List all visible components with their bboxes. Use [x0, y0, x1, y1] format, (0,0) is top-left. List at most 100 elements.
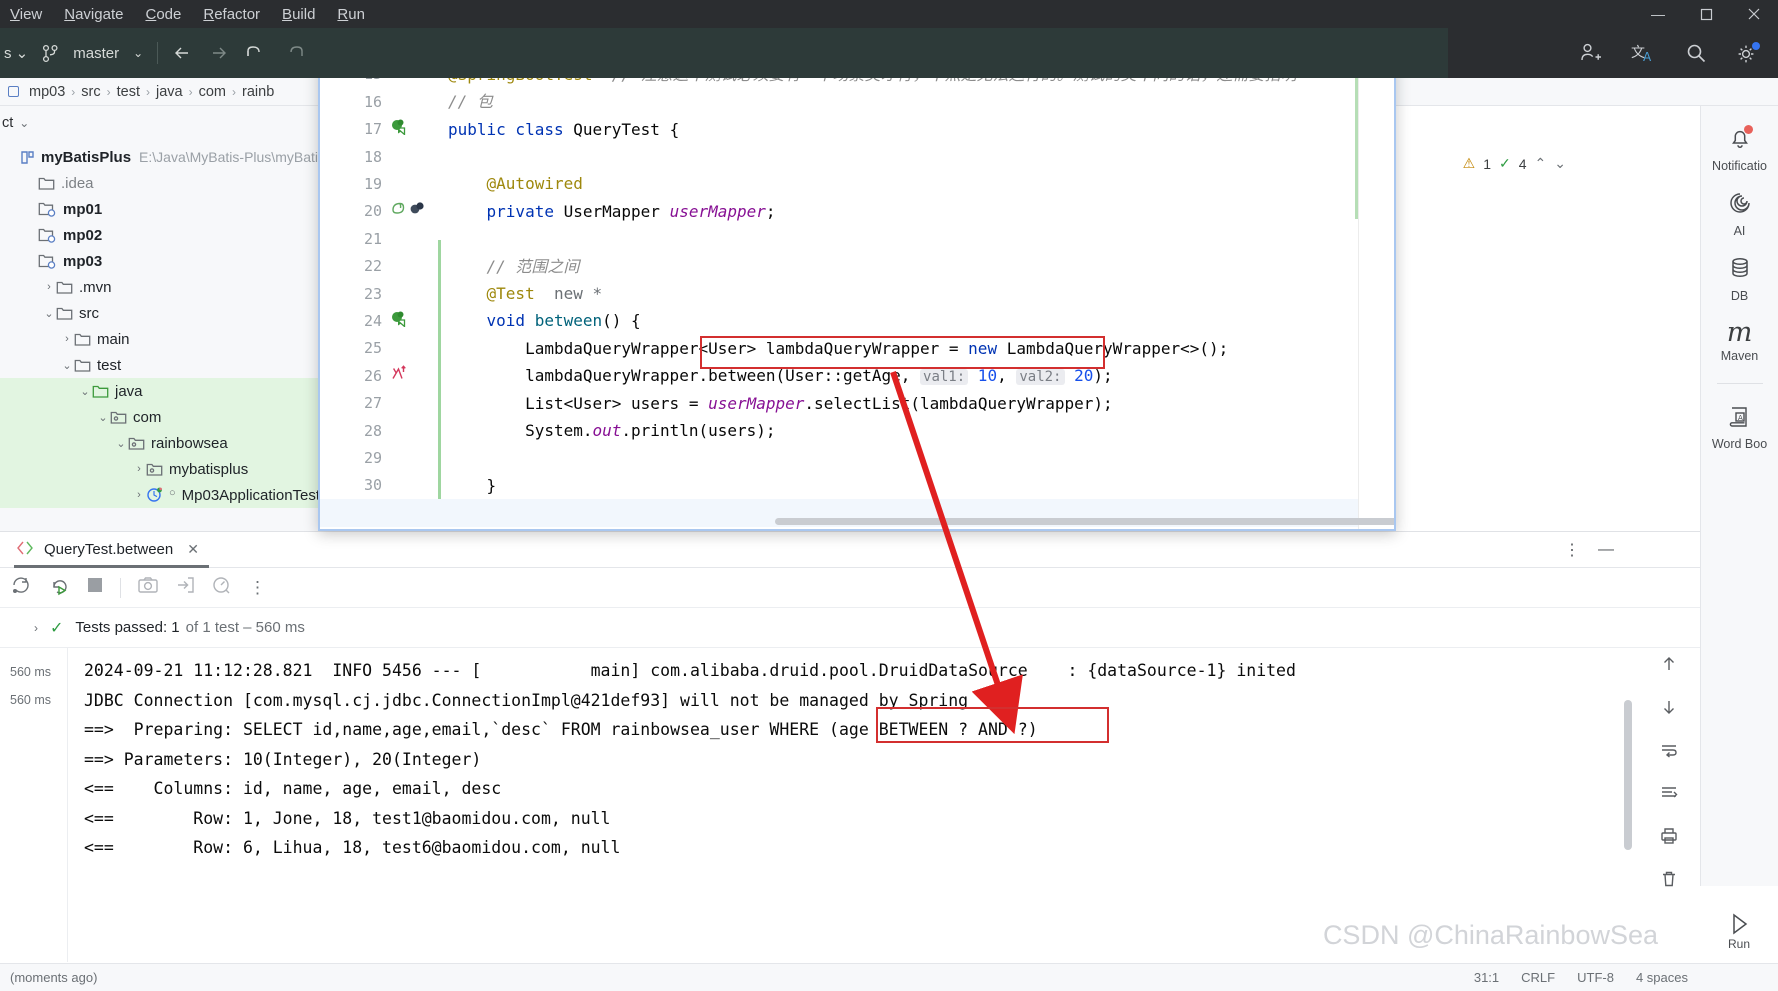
clear-all-icon[interactable] — [1660, 870, 1678, 893]
file-encoding[interactable]: UTF-8 — [1577, 970, 1614, 985]
prev-problem-icon[interactable]: ⌃ — [1535, 155, 1547, 172]
tree-node-mp03[interactable]: › mp03 — [0, 248, 330, 274]
breadcrumb-item-5[interactable]: rainb — [242, 84, 274, 100]
code-line[interactable]: @Autowired — [448, 170, 583, 197]
chevron-down-icon[interactable]: ⌄ — [96, 411, 110, 424]
word-book-icon[interactable]: A — [1727, 404, 1753, 435]
right-rail-item-maven[interactable]: m Maven — [1701, 319, 1778, 364]
gutter-line[interactable]: 24 — [320, 307, 448, 334]
breadcrumb-item-2[interactable]: test — [117, 84, 140, 100]
project-pane-header[interactable]: ct ⌄ — [0, 106, 330, 140]
code-line[interactable]: lambdaQueryWrapper.between(User::getAge,… — [448, 362, 1113, 389]
gutter-icons[interactable] — [382, 364, 442, 387]
translate-icon[interactable]: 文A — [1631, 42, 1657, 64]
code-line[interactable]: public class QueryTest { — [448, 116, 679, 143]
print-icon[interactable] — [1659, 827, 1679, 850]
gutter-line[interactable]: 26 — [320, 362, 448, 389]
code-editor-window[interactable]: 1314151617181920212223242526272829303132… — [318, 0, 1396, 531]
editor-code-area[interactable]: @SpringBootTest // 注意这个测试必须要有一个场景类才行，不然是… — [320, 2, 1394, 529]
gutter-icons[interactable] — [382, 118, 442, 140]
chevron-down-icon[interactable]: ⌄ — [114, 437, 128, 450]
chevron-right-icon[interactable]: › — [60, 333, 74, 345]
code-line[interactable]: } — [448, 472, 497, 499]
menu-item-run[interactable]: Run — [337, 6, 365, 23]
editor-gutter[interactable]: 1314151617181920212223242526272829303132 — [320, 2, 448, 529]
back-arrow-icon[interactable] — [172, 44, 194, 62]
expand-chevron-icon[interactable]: › — [34, 621, 38, 635]
maximize-icon[interactable] — [1682, 0, 1730, 28]
vcs-branch-chevron[interactable]: ⌄ — [133, 46, 143, 60]
caret-position[interactable]: 31:1 — [1474, 970, 1499, 985]
scroll-down-icon[interactable] — [1660, 698, 1678, 721]
code-line[interactable]: @Test new * — [448, 280, 603, 307]
gutter-line[interactable]: 27 — [320, 390, 448, 417]
right-rail-item-db[interactable]: DB — [1701, 254, 1778, 303]
gutter-line[interactable]: 32 — [320, 527, 448, 529]
minimize-icon[interactable]: — — [1634, 0, 1682, 28]
breadcrumb-item-1[interactable]: src — [81, 84, 100, 100]
scroll-up-icon[interactable] — [1660, 655, 1678, 678]
tree-node-src[interactable]: ⌄ src — [0, 300, 330, 326]
import-tests-icon[interactable] — [175, 575, 195, 600]
tree-node--idea[interactable]: › .idea — [0, 170, 330, 196]
more-options-icon[interactable]: ⋮ — [1564, 540, 1580, 560]
run-tab-querytest-between[interactable]: QueryTest.between ✕ — [14, 532, 209, 568]
gutter-line[interactable]: 28 — [320, 417, 448, 444]
code-line[interactable]: List<User> users = userMapper.selectList… — [448, 390, 1113, 417]
tree-node-mp03applicationtests[interactable]: › ○ Mp03ApplicationTests — [0, 482, 330, 508]
breadcrumb-item-4[interactable]: com — [199, 84, 226, 100]
soft-wrap-icon[interactable] — [1659, 741, 1679, 764]
gutter-line[interactable]: 23 — [320, 280, 448, 307]
tree-node-mp01[interactable]: › mp01 — [0, 196, 330, 222]
gutter-line[interactable]: 16 — [320, 88, 448, 115]
tree-node-rainbowsea[interactable]: ⌄ rainbowsea — [0, 430, 330, 456]
gutter-line[interactable]: 17 — [320, 116, 448, 143]
chevron-right-icon[interactable]: › — [132, 489, 146, 501]
spring-bean-icon[interactable] — [390, 200, 407, 222]
close-icon[interactable]: ✕ — [187, 541, 199, 558]
gutter-line[interactable]: 20 — [320, 198, 448, 225]
right-rail-item-notifications[interactable]: Notificatio — [1701, 124, 1778, 173]
tree-node-java[interactable]: ⌄ java — [0, 378, 330, 404]
close-icon[interactable] — [1730, 0, 1778, 28]
gutter-line[interactable]: 21 — [320, 225, 448, 252]
gutter-line[interactable]: 30 — [320, 472, 448, 499]
chevron-down-icon[interactable]: ⌄ — [19, 116, 29, 130]
gutter-line[interactable]: 25 — [320, 335, 448, 362]
menu-item-code[interactable]: Code — [145, 6, 181, 23]
chevron-right-icon[interactable]: › — [42, 281, 56, 293]
code-line[interactable]: System.out.println(users); — [448, 417, 775, 444]
notifications-bell-icon[interactable] — [1726, 124, 1754, 157]
code-line[interactable]: LambdaQueryWrapper<User> lambdaQueryWrap… — [448, 335, 1228, 362]
line-separator[interactable]: CRLF — [1521, 970, 1555, 985]
vcs-branch-label[interactable]: master — [73, 45, 119, 62]
console-vertical-scrollbar[interactable] — [1624, 700, 1632, 850]
redo-icon[interactable] — [282, 44, 306, 62]
tree-node-test[interactable]: ⌄ test — [0, 352, 330, 378]
chevron-right-icon[interactable]: › — [132, 463, 146, 475]
vcs-branch-icon[interactable] — [42, 44, 59, 63]
settings-gear-icon[interactable] — [1735, 41, 1760, 65]
project-selector[interactable]: s ⌄ — [4, 44, 28, 62]
gutter-line[interactable]: 18 — [320, 143, 448, 170]
database-icon[interactable] — [1726, 254, 1754, 287]
tree-node-com[interactable]: ⌄ com — [0, 404, 330, 430]
code-line[interactable]: private UserMapper userMapper; — [448, 198, 776, 225]
editor-horizontal-scrollbar[interactable] — [775, 518, 1394, 525]
screenshot-icon[interactable] — [137, 575, 159, 600]
menu-item-navigate[interactable]: Navigate — [64, 6, 123, 23]
gutter-icons[interactable] — [382, 310, 442, 332]
tree-node--mvn[interactable]: › .mvn — [0, 274, 330, 300]
chevron-down-icon[interactable]: ⌄ — [60, 359, 74, 372]
indent-setting[interactable]: 4 spaces — [1636, 970, 1688, 985]
run-method-icon[interactable] — [390, 310, 408, 332]
console-output[interactable]: 2024-09-21 11:12:28.821 INFO 5456 --- [ … — [68, 648, 1600, 962]
bean-dep-icon[interactable] — [409, 200, 426, 222]
rerun-icon[interactable] — [10, 574, 32, 601]
breadcrumb-item-0[interactable]: mp03 — [29, 84, 65, 100]
chevron-down-icon[interactable]: ⌄ — [42, 307, 56, 320]
tree-node-mybatisplus[interactable]: › mybatisplus — [0, 456, 330, 482]
add-user-icon[interactable] — [1579, 42, 1603, 64]
gutter-line[interactable]: 22 — [320, 253, 448, 280]
next-problem-icon[interactable]: ⌄ — [1554, 155, 1566, 172]
